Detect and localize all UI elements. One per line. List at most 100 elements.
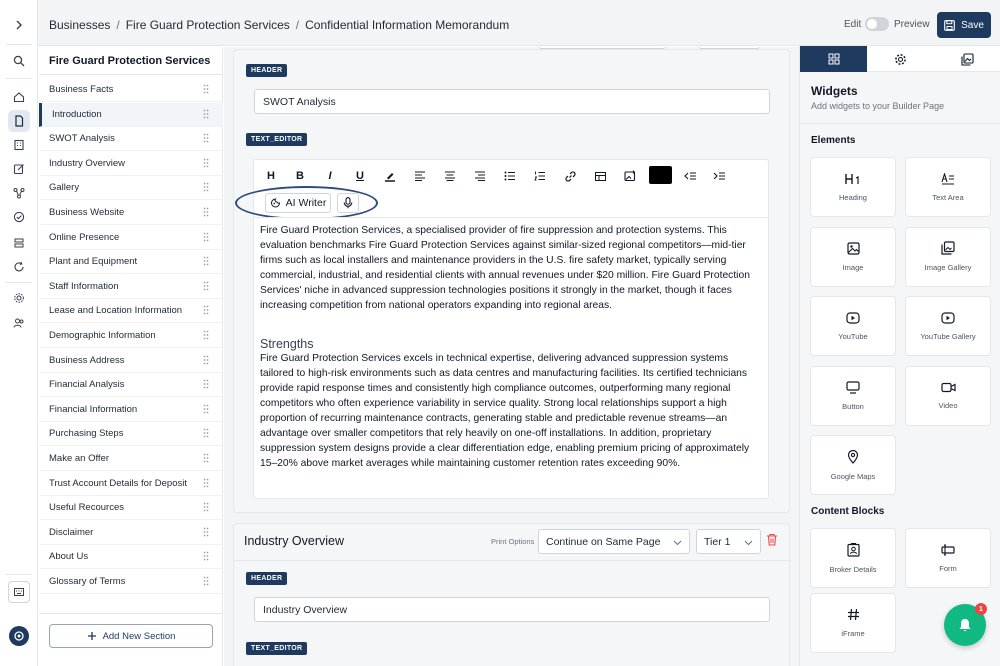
print-options-select[interactable]: Continue on Same Page — [538, 529, 690, 554]
tab-settings[interactable] — [867, 46, 934, 72]
sidebar-item[interactable]: Useful Recources — [39, 496, 223, 521]
drag-handle-icon[interactable] — [203, 478, 209, 488]
widget-tile[interactable]: Broker Details — [810, 528, 896, 588]
drag-handle-icon[interactable] — [203, 182, 209, 192]
sidebar-item[interactable]: SWOT Analysis — [39, 127, 223, 152]
outdent-icon[interactable] — [679, 166, 701, 186]
sidebar-item[interactable]: Online Presence — [39, 226, 223, 250]
swot-header-input[interactable]: SWOT Analysis — [254, 89, 770, 114]
drag-handle-icon[interactable] — [203, 355, 209, 365]
drag-handle-icon[interactable] — [203, 158, 209, 168]
drag-handle-icon[interactable] — [203, 281, 209, 291]
link-icon[interactable] — [559, 166, 581, 186]
avatar[interactable] — [9, 626, 29, 646]
drag-handle-icon[interactable] — [203, 256, 209, 266]
breadcrumb-businesses[interactable]: Businesses — [49, 18, 110, 32]
sidebar-item[interactable]: Industry Overview — [39, 152, 223, 176]
drag-handle-icon[interactable] — [203, 133, 209, 143]
widget-tile[interactable]: Button — [810, 365, 896, 426]
tier-select[interactable]: Tier 1 — [696, 529, 761, 554]
widget-tile[interactable]: iFrame — [810, 593, 896, 653]
save-button[interactable]: Save — [937, 12, 991, 38]
widget-tile[interactable]: Heading — [810, 157, 896, 217]
tab-widgets[interactable] — [800, 46, 867, 72]
sidebar-item[interactable]: Glossary of Terms — [39, 570, 223, 594]
widget-tile[interactable]: Video — [905, 365, 991, 426]
highlight-icon[interactable] — [379, 166, 401, 186]
widget-tile[interactable]: Google Maps — [810, 435, 896, 495]
widget-tile[interactable]: Image — [810, 226, 896, 287]
database-icon[interactable] — [8, 232, 30, 254]
sidebar-item[interactable]: Purchasing Steps — [39, 422, 223, 447]
italic-button[interactable]: I — [319, 166, 341, 186]
sidebar-item[interactable]: Demographic Information — [39, 324, 223, 348]
edit-preview-toggle[interactable] — [865, 17, 889, 31]
widget-tile[interactable]: Text Area — [905, 157, 991, 217]
drag-handle-icon[interactable] — [203, 576, 209, 586]
drag-handle-icon[interactable] — [203, 551, 209, 561]
swot-text-editor[interactable]: Fire Guard Protection Services, a specia… — [253, 217, 769, 499]
settings-icon[interactable] — [8, 287, 30, 309]
sidebar-item[interactable]: Business Facts — [39, 78, 223, 102]
sidebar-item[interactable]: Disclaimer — [39, 521, 223, 545]
sidebar-item[interactable]: Gallery — [39, 176, 223, 201]
drag-handle-icon[interactable] — [203, 232, 209, 242]
drag-handle-icon[interactable] — [203, 404, 209, 414]
underline-button[interactable]: U — [349, 166, 371, 186]
sidebar-item[interactable]: Financial Analysis — [39, 373, 223, 398]
sidebar-item[interactable]: Make an Offer — [39, 447, 223, 471]
widget-tile[interactable]: Form — [905, 528, 991, 588]
sidebar-item[interactable]: Staff Information — [39, 275, 223, 299]
search-icon[interactable] — [8, 50, 30, 72]
add-section-button[interactable]: Add New Section — [49, 624, 213, 648]
home-icon[interactable] — [8, 86, 30, 108]
drag-handle-icon[interactable] — [203, 428, 209, 438]
sidebar-item[interactable]: Trust Account Details for Deposit — [39, 472, 223, 496]
delete-section-icon[interactable] — [766, 533, 778, 546]
table-icon[interactable] — [589, 166, 611, 186]
tab-media[interactable] — [934, 46, 1000, 72]
sidebar-item[interactable]: Lease and Location Information — [39, 299, 223, 324]
sidebar-item[interactable]: Financial Information — [39, 398, 223, 422]
check-circle-icon[interactable] — [8, 206, 30, 228]
widget-tile[interactable]: Image Gallery — [905, 226, 991, 287]
align-left-icon[interactable] — [409, 166, 431, 186]
building-icon[interactable] — [8, 134, 30, 156]
drag-handle-icon[interactable] — [203, 305, 209, 315]
insert-image-icon[interactable] — [619, 166, 641, 186]
drag-handle-icon[interactable] — [203, 207, 209, 217]
drag-handle-icon[interactable] — [203, 453, 209, 463]
industry-header-input[interactable]: Industry Overview — [254, 597, 770, 622]
users-icon[interactable] — [8, 312, 30, 334]
numbered-list-icon[interactable] — [529, 166, 551, 186]
bullet-list-icon[interactable] — [499, 166, 521, 186]
widget-tile[interactable]: YouTube Gallery — [905, 296, 991, 356]
sidebar-item[interactable]: Business Website — [39, 201, 223, 225]
network-icon[interactable] — [8, 182, 30, 204]
sidebar-item[interactable]: Introduction — [39, 102, 223, 127]
heading-format-button[interactable]: H — [260, 166, 282, 186]
sidebar-item[interactable]: Business Address — [39, 349, 223, 373]
align-center-icon[interactable] — [439, 166, 461, 186]
drag-handle-icon[interactable] — [203, 84, 209, 94]
keyboard-icon[interactable] — [8, 581, 30, 603]
expand-chevron-icon[interactable] — [8, 14, 30, 36]
align-right-icon[interactable] — [469, 166, 491, 186]
document-icon[interactable] — [8, 110, 30, 132]
edit-icon[interactable] — [8, 158, 30, 180]
refresh-icon[interactable] — [8, 256, 30, 278]
sidebar-item[interactable]: About Us — [39, 545, 223, 570]
breadcrumb-business[interactable]: Fire Guard Protection Services — [126, 18, 290, 32]
text-color-swatch[interactable] — [649, 166, 672, 184]
drag-handle-icon[interactable] — [203, 527, 209, 537]
widget-tile-label: Image Gallery — [924, 263, 972, 272]
widget-tile[interactable]: YouTube — [810, 296, 896, 356]
notifications-button[interactable]: 1 — [944, 603, 987, 646]
drag-handle-icon[interactable] — [203, 330, 209, 340]
indent-icon[interactable] — [708, 166, 730, 186]
drag-handle-icon[interactable] — [203, 379, 209, 389]
drag-handle-icon[interactable] — [203, 502, 209, 512]
drag-handle-icon[interactable] — [203, 109, 209, 119]
bold-button[interactable]: B — [289, 166, 311, 186]
sidebar-item[interactable]: Plant and Equipment — [39, 250, 223, 275]
